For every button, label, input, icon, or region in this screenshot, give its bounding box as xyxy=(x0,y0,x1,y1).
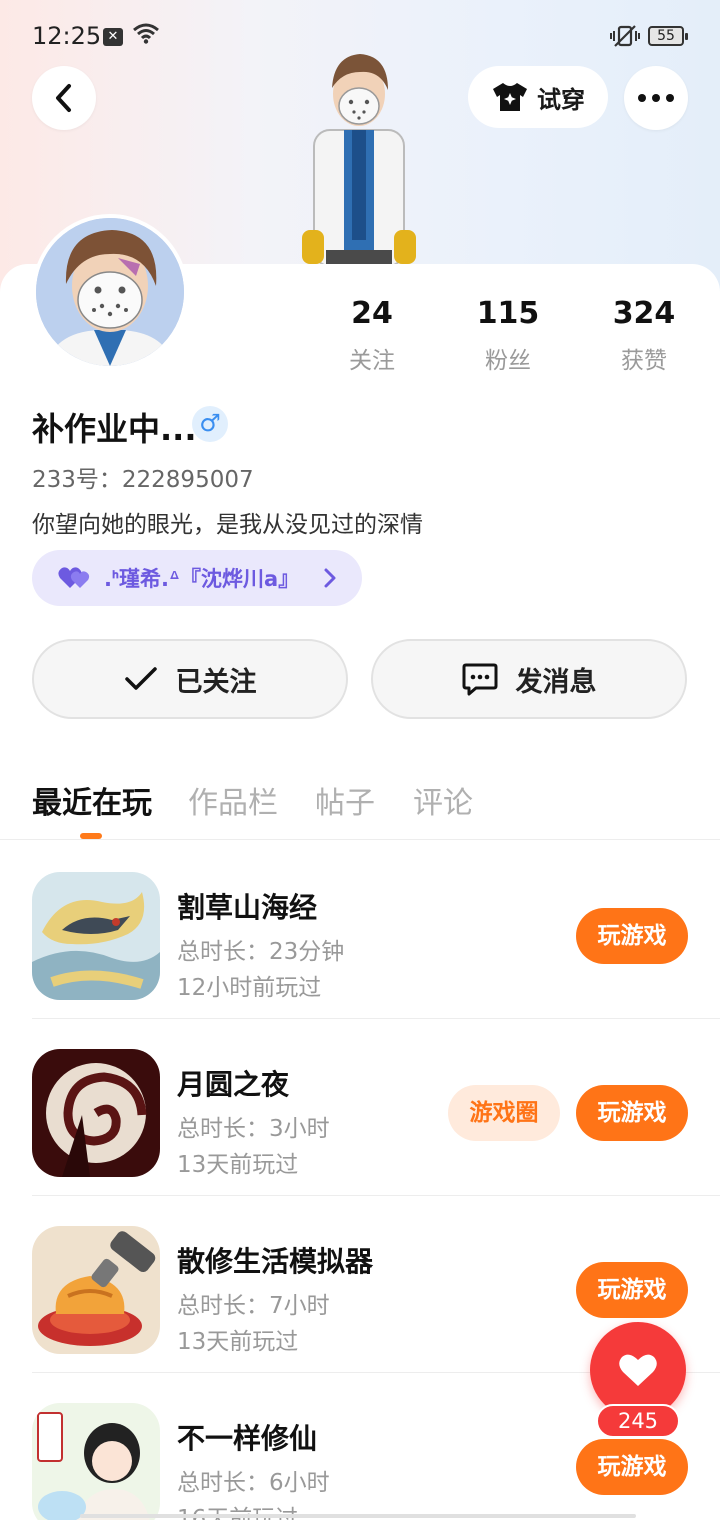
checkmark-icon xyxy=(124,667,157,690)
notification-x-icon: ✕ xyxy=(103,28,123,46)
couple-relationship-tag[interactable]: .ᑋ瑾希.ᐞ『沈烨川a』 xyxy=(32,550,362,606)
play-game-button[interactable]: 玩游戏 xyxy=(576,1262,688,1318)
chevron-right-icon xyxy=(324,568,336,588)
message-label: 发消息 xyxy=(515,666,597,698)
likes-label: 获赞 xyxy=(621,348,667,374)
game-title: 月圆之夜 xyxy=(177,1068,290,1101)
play-game-button[interactable]: 玩游戏 xyxy=(576,1439,688,1495)
try-on-button[interactable]: 试穿 xyxy=(468,66,608,128)
following-label: 关注 xyxy=(349,348,395,374)
game-last-played: 12小时前玩过 xyxy=(177,975,322,1001)
try-on-label: 试穿 xyxy=(537,85,585,114)
game-total-duration: 总时长：23分钟 xyxy=(177,939,345,965)
following-count: 24 xyxy=(351,296,393,331)
male-gender-icon: ♂ xyxy=(192,406,228,442)
game-title: 不一样修仙 xyxy=(177,1422,318,1455)
back-button[interactable] xyxy=(32,66,96,130)
status-time: 12:25 xyxy=(32,22,102,50)
avatar-image xyxy=(36,218,184,366)
likes-count: 324 xyxy=(612,296,676,331)
couple-tag-text: .ᑋ瑾希.ᐞ『沈烨川a』 xyxy=(104,567,300,591)
stat-followers[interactable]: 115 粉丝 xyxy=(453,296,563,375)
game-last-played: 13天前玩过 xyxy=(177,1152,299,1178)
game-list-item[interactable]: 割草山海经 总时长：23分钟 12小时前玩过 玩游戏 xyxy=(0,842,720,1019)
follow-button[interactable]: 已关注 xyxy=(32,639,348,719)
profile-tabs: 最近在玩 作品栏 帖子 评论 xyxy=(0,770,720,840)
game-icon-immortal xyxy=(32,1403,160,1520)
game-total-duration: 总时长：3小时 xyxy=(177,1116,330,1142)
game-list-item[interactable]: 月圆之夜 总时长：3小时 13天前玩过 游戏圈 玩游戏 xyxy=(0,1019,720,1196)
wifi-icon xyxy=(133,23,159,44)
avatar[interactable] xyxy=(32,214,188,370)
status-bar: 12:25 ✕ 55 xyxy=(0,0,720,72)
more-dots-icon xyxy=(638,94,674,102)
more-options-button[interactable] xyxy=(624,66,688,130)
play-game-button[interactable]: 玩游戏 xyxy=(576,1085,688,1141)
chevron-left-icon xyxy=(56,84,71,112)
game-last-played: 13天前玩过 xyxy=(177,1329,299,1355)
active-tab-indicator xyxy=(80,833,102,839)
vibrate-mode-icon xyxy=(610,25,640,47)
profile-bio: 你望向她的眼光，是我从没见过的深情 xyxy=(32,512,423,538)
profile-nickname: 补作业中... xyxy=(32,410,197,448)
game-total-duration: 总时长：6小时 xyxy=(177,1470,330,1496)
stat-likes[interactable]: 324 获赞 xyxy=(589,296,699,375)
play-game-button[interactable]: 玩游戏 xyxy=(576,908,688,964)
heart-icon xyxy=(619,1354,657,1386)
stat-following[interactable]: 24 关注 xyxy=(317,296,427,375)
game-icon-moon-night xyxy=(32,1049,160,1177)
battery-indicator: 55 xyxy=(648,26,688,46)
tab-comments[interactable]: 评论 xyxy=(413,778,473,822)
game-title: 割草山海经 xyxy=(177,891,318,924)
tab-recently-played[interactable]: 最近在玩 xyxy=(32,778,152,822)
game-total-duration: 总时长：7小时 xyxy=(177,1293,330,1319)
user-id[interactable]: 233号：222895007 xyxy=(32,460,254,494)
chat-bubble-icon xyxy=(462,663,497,696)
follow-label: 已关注 xyxy=(175,666,257,698)
followers-count: 115 xyxy=(476,296,540,331)
tab-posts[interactable]: 帖子 xyxy=(315,778,375,822)
followers-label: 粉丝 xyxy=(485,348,531,374)
like-count-badge: 245 xyxy=(596,1404,680,1438)
tab-works[interactable]: 作品栏 xyxy=(188,778,278,822)
home-indicator xyxy=(80,1514,636,1518)
tshirt-icon xyxy=(493,83,527,111)
game-icon-cultivation-sim xyxy=(32,1226,160,1354)
game-title: 散修生活模拟器 xyxy=(177,1245,374,1278)
game-icon-dragon xyxy=(32,872,160,1000)
avatar-character-figure[interactable] xyxy=(294,50,424,266)
double-heart-icon xyxy=(58,567,90,588)
game-circle-button[interactable]: 游戏圈 xyxy=(448,1085,560,1141)
send-message-button[interactable]: 发消息 xyxy=(371,639,687,719)
